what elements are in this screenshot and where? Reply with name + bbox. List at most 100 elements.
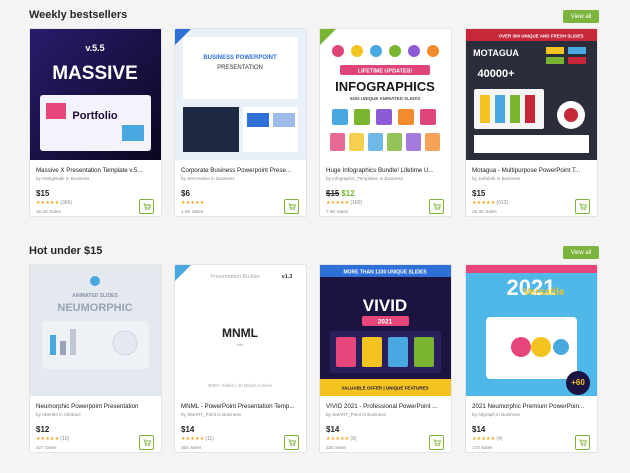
cart-icon [143, 439, 151, 446]
cart-icon [579, 439, 587, 446]
product-price: $14 [181, 425, 194, 434]
svg-text:LIFETIME UPDATES!: LIFETIME UPDATES! [358, 69, 412, 75]
product-author: by Jetfabrik in Business [472, 176, 521, 181]
add-to-cart-button[interactable] [139, 435, 154, 450]
star-icons: ★★★★★ [36, 436, 60, 442]
product-thumbnail[interactable]: LIFETIME UPDATES! INFOGRAPHICS 3400 UNIQUE… [320, 29, 451, 160]
svg-text:edit: edit [237, 342, 244, 347]
current-price: $14 [181, 425, 195, 434]
rating-count: (6) [350, 436, 357, 442]
product-card[interactable]: Presentation Builder v1.3 MNML edit 3000+ Sl… [174, 264, 307, 453]
product-rating: ★★★★★ [181, 200, 204, 206]
current-price: $15 [36, 189, 50, 198]
product-author: by SeCreative in Business [181, 176, 235, 181]
product-title[interactable]: Huge Infographics Bundle! Lifetime U... [326, 167, 448, 174]
product-card[interactable]: v.5.5 MASSIVE Portfolio Massive X Presentat… [29, 28, 162, 217]
svg-text:Versatile: Versatile [523, 287, 565, 298]
star-icons: ★★★★★ [181, 436, 205, 442]
sales-count: 427 Sales [36, 445, 57, 450]
svg-text:3400 UNIQUE ANIMATED SLIDES: 3400 UNIQUE ANIMATED SLIDES [350, 96, 421, 101]
weekly-bestsellers-section: Weekly bestsellers View all v.5.5 MASSIVE Po… [0, 0, 630, 236]
product-thumbnail-art: Presentation Builder v1.3 MNML edit 3000+ Sl… [175, 265, 306, 396]
product-rating: ★★★★★(10) [36, 436, 69, 442]
add-to-cart-button[interactable] [575, 199, 590, 214]
sales-count: 7.6K Sales [326, 209, 349, 214]
product-thumbnail[interactable]: Presentation Builder v1.3 MNML edit 3000+ Sl… [175, 265, 306, 396]
svg-text:v1.3: v1.3 [282, 274, 293, 280]
star-icons: ★★★★★ [472, 436, 496, 442]
svg-text:PRESENTATION: PRESENTATION [217, 65, 263, 71]
product-title[interactable]: 2021 Neumorphic Premium PowerPoin... [472, 403, 594, 410]
cart-icon [433, 203, 441, 210]
view-all-button[interactable]: View all [563, 246, 599, 259]
svg-text:VIVID: VIVID [363, 296, 407, 315]
product-thumbnail[interactable]: OVER 300 UNIQUE AND FRESH SLIDES MOTAGUA 4… [466, 29, 597, 160]
product-thumbnail[interactable]: 2021 Versatile +60 [466, 265, 597, 396]
product-price: $6 [181, 189, 190, 198]
product-rating: ★★★★★(160) [326, 200, 362, 206]
add-to-cart-button[interactable] [284, 199, 299, 214]
product-thumbnail-art: ANIMATED SLIDES NEUMORPHIC [30, 265, 161, 396]
sales-count: 170 Sales [472, 445, 493, 450]
product-card[interactable]: 2021 Versatile +60 2021 Neumorphic Premium … [465, 264, 598, 453]
star-icons: ★★★★★ [472, 200, 496, 206]
product-title[interactable]: VIVID 2021 - Professional PowerPoint ... [326, 403, 448, 410]
rating-count: (613) [496, 200, 509, 206]
svg-text:Portfolio: Portfolio [72, 110, 117, 122]
product-card[interactable]: BUSINESS POWERPOINT PRESENTATION Corporate… [174, 28, 307, 217]
product-price: $14 [326, 425, 339, 434]
product-title[interactable]: Motagua - Multipurpose PowerPoint T... [472, 167, 594, 174]
star-icons: ★★★★★ [326, 200, 350, 206]
product-card[interactable]: LIFETIME UPDATES! INFOGRAPHICS 3400 UNIQUE… [319, 28, 452, 217]
product-rating: ★★★★★(613) [472, 200, 508, 206]
svg-text:VALUABLE OFFER | UNIQUE FEAT: VALUABLE OFFER | UNIQUE FEATURES [341, 386, 428, 391]
star-icons: ★★★★★ [36, 200, 60, 206]
add-to-cart-button[interactable] [139, 199, 154, 214]
product-title[interactable]: MNML - PowerPoint Presentation Temp... [181, 403, 303, 410]
product-rating: ★★★★★(6) [326, 436, 357, 442]
product-thumbnail-art: 2021Versatile+60 [466, 265, 597, 396]
product-price: $15 [472, 189, 485, 198]
add-to-cart-button[interactable] [429, 435, 444, 450]
add-to-cart-button[interactable] [284, 435, 299, 450]
product-author: by SMART_Point in Business [326, 412, 386, 417]
svg-text:2021: 2021 [378, 319, 393, 326]
product-rating: ★★★★★(4) [472, 436, 503, 442]
svg-text:+60: +60 [571, 378, 585, 387]
product-author: by SMART_Point in Business [181, 412, 241, 417]
product-thumbnail[interactable]: BUSINESS POWERPOINT PRESENTATION [175, 29, 306, 160]
product-card[interactable]: OVER 300 UNIQUE AND FRESH SLIDES MOTAGUA 4… [465, 28, 598, 217]
product-thumbnail-art: MORE THAN 1330 UNIQUE SLIDES VIVID 2021 VAL… [320, 265, 451, 396]
add-to-cart-button[interactable] [575, 435, 590, 450]
product-title[interactable]: Corporate Business Powerpoint Prese... [181, 167, 303, 174]
product-thumbnail[interactable]: ANIMATED SLIDES NEUMORPHIC [30, 265, 161, 396]
svg-text:MNML: MNML [222, 326, 258, 340]
star-icons: ★★★★★ [181, 200, 205, 206]
product-rating: ★★★★★(366) [36, 200, 72, 206]
sales-count: 1.5K Sales [181, 209, 204, 214]
product-thumbnail[interactable]: MORE THAN 1330 UNIQUE SLIDES VIVID 2021 VAL… [320, 265, 451, 396]
product-author: by Abert84 in Abstract [36, 412, 81, 417]
rating-count: (11) [205, 436, 214, 442]
add-to-cart-button[interactable] [429, 199, 444, 214]
product-title[interactable]: Neumorphic Powerpoint Presentation [36, 403, 158, 410]
product-card[interactable]: MORE THAN 1330 UNIQUE SLIDES VIVID 2021 VAL… [319, 264, 452, 453]
sale-price: $12 [341, 189, 355, 198]
product-thumbnail[interactable]: v.5.5 MASSIVE Portfolio [30, 29, 161, 160]
rating-count: (366) [60, 200, 73, 206]
current-price: $14 [472, 425, 486, 434]
product-author: by Infographic_Templates in Business [326, 176, 404, 181]
section-title: Weekly bestsellers [29, 9, 128, 21]
product-title[interactable]: Massive X Presentation Template v.5... [36, 167, 158, 174]
product-thumbnail-art: v.5.5 MASSIVE Portfolio [30, 29, 161, 160]
product-thumbnail-art: BUSINESS POWERPOINT PRESENTATION [175, 29, 306, 160]
svg-text:Presentation Builder: Presentation Builder [210, 274, 260, 280]
sales-count: 15.2K Sales [36, 209, 61, 214]
product-card[interactable]: ANIMATED SLIDES NEUMORPHIC Neumorphic Powe… [29, 264, 162, 453]
svg-text:NEUMORPHIC: NEUMORPHIC [57, 302, 132, 314]
product-thumbnail-art: OVER 300 UNIQUE AND FRESH SLIDES MOTAGUA 4… [466, 29, 597, 160]
original-price: $15 [326, 189, 340, 198]
view-all-button[interactable]: View all [563, 10, 599, 23]
cart-icon [288, 439, 296, 446]
product-price: $14 [472, 425, 485, 434]
